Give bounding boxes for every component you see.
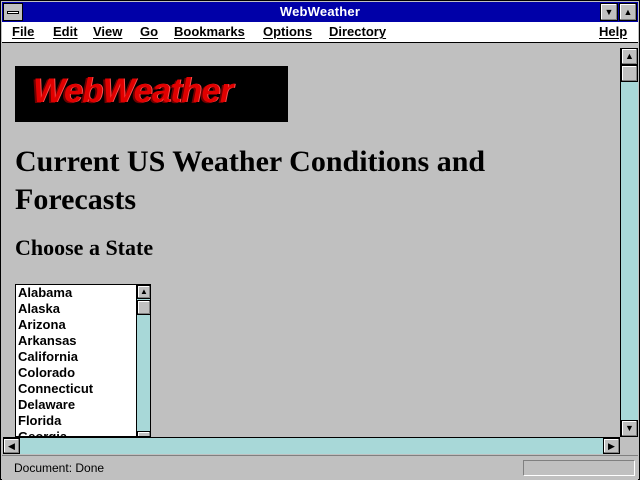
menu-edit[interactable]: Edit — [53, 24, 78, 39]
listbox-scroll-thumb[interactable] — [137, 300, 150, 315]
state-option[interactable]: Connecticut — [18, 381, 134, 397]
webweather-logo: WebWeather — [15, 66, 288, 122]
menu-file[interactable]: File — [12, 24, 34, 39]
vertical-scroll-thumb[interactable] — [621, 65, 638, 82]
scroll-down-button[interactable]: ▼ — [621, 420, 638, 437]
status-text: Document: Done — [14, 461, 105, 475]
state-option[interactable]: Alaska — [18, 301, 134, 317]
maximize-button[interactable]: ▲ — [619, 3, 637, 21]
state-listbox[interactable]: Alabama Alaska Arizona Arkansas California Co… — [15, 284, 151, 437]
window-title: WebWeather — [279, 4, 361, 19]
scroll-right-button[interactable]: ▶ — [603, 438, 620, 454]
state-option[interactable]: Alabama — [18, 285, 134, 301]
menu-go[interactable]: Go — [140, 24, 158, 39]
menu-options[interactable]: Options — [263, 24, 312, 39]
state-option[interactable]: California — [18, 349, 134, 365]
minimize-button[interactable]: ▼ — [600, 3, 618, 21]
page-heading: Current US Weather Conditions and Foreca… — [15, 145, 486, 216]
page-horizontal-scrollbar[interactable]: ◀ ▶ — [3, 437, 620, 454]
page-vertical-scrollbar[interactable]: ▲ ▼ — [620, 48, 638, 437]
state-list: Alabama Alaska Arizona Arkansas California Co… — [18, 285, 134, 436]
menu-bookmarks[interactable]: Bookmarks — [174, 24, 245, 39]
state-option[interactable]: Arizona — [18, 317, 134, 333]
menu-directory[interactable]: Directory — [329, 24, 386, 39]
menu-view[interactable]: View — [93, 24, 122, 39]
scroll-left-button[interactable]: ◀ — [3, 438, 20, 454]
progress-indicator — [523, 460, 635, 476]
state-option[interactable]: Florida — [18, 413, 134, 429]
state-option[interactable]: Colorado — [18, 365, 134, 381]
scrollbar-corner — [620, 437, 638, 454]
scroll-up-button[interactable]: ▲ — [621, 48, 638, 65]
status-bar: Document: Done — [2, 455, 638, 480]
listbox-scroll-up-button[interactable]: ▲ — [137, 285, 150, 299]
browser-window: WebWeather ▼ ▲ File Edit View Go Bookmar… — [0, 0, 640, 480]
page-content: WebWeather Current US Weather Conditions… — [3, 45, 619, 437]
state-option[interactable]: Delaware — [18, 397, 134, 413]
state-option[interactable]: Georgia — [18, 429, 134, 436]
logo-text: WebWeather — [33, 72, 233, 110]
state-option[interactable]: Arkansas — [18, 333, 134, 349]
menu-help[interactable]: Help — [599, 24, 627, 39]
listbox-scrollbar[interactable]: ▲ — [136, 285, 150, 436]
choose-state-heading: Choose a State — [15, 235, 154, 260]
menu-bar: File Edit View Go Bookmarks Options Dire… — [2, 22, 638, 43]
title-bar[interactable]: WebWeather ▼ ▲ — [2, 2, 638, 22]
